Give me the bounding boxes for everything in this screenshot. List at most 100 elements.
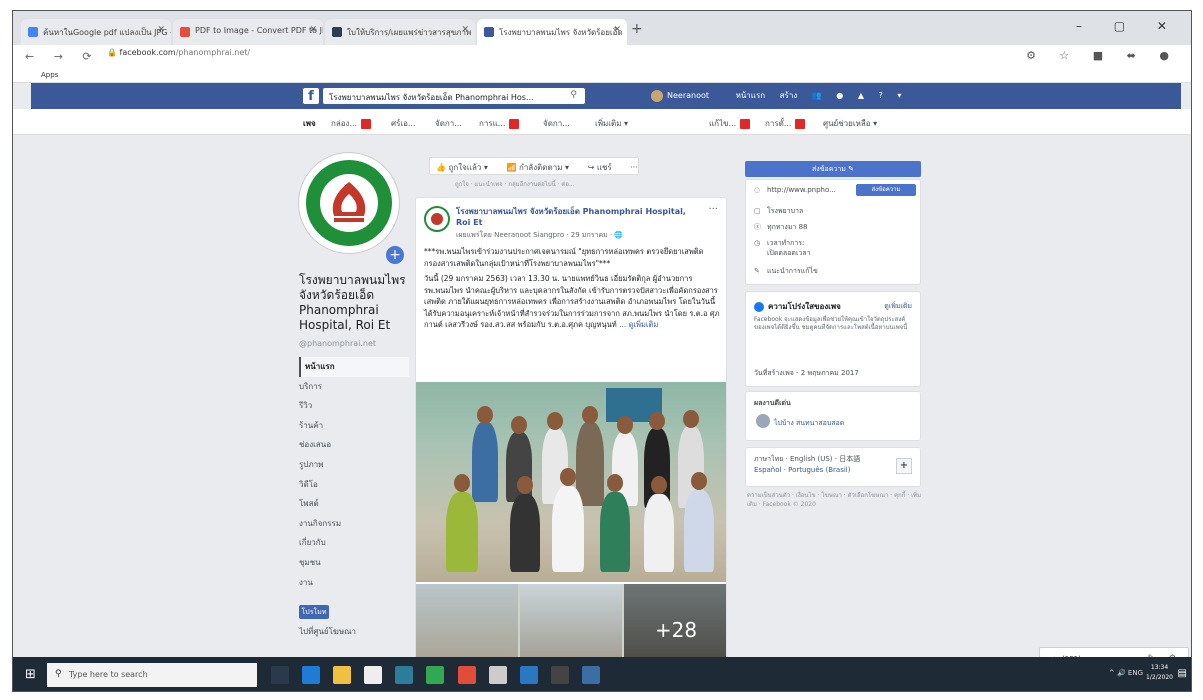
menu-item-home[interactable]: หน้าแรก [299, 357, 409, 377]
menu-item-jobs[interactable]: งาน [299, 573, 409, 593]
add-language-button[interactable]: + [896, 458, 912, 474]
windows-start-icon[interactable]: ⊞ [25, 667, 36, 682]
menu-item-shop[interactable]: ร้านค้า [299, 416, 409, 436]
menu-item-about[interactable]: เกี่ยวกับ [299, 533, 409, 553]
help-icon[interactable]: ? [879, 91, 883, 100]
facebook-search-input[interactable]: โรงพยาบาลพนมไพร จังหวัดร้อยเอ็ด Phanomph… [323, 88, 585, 104]
post-photo-main[interactable] [416, 382, 726, 582]
line-icon[interactable] [426, 666, 445, 684]
website-row[interactable]: ◌ http://www.pnpho... [754, 186, 836, 194]
see-more-link[interactable]: ... ดูเพิ่มเติม [619, 320, 658, 329]
menu-item-services[interactable]: บริการ [299, 377, 409, 397]
search-icon[interactable]: ⚲ [570, 90, 577, 100]
liked-button[interactable]: 👍 ถูกใจแล้ว ▾ [436, 163, 496, 172]
nav-label: การแ... [479, 119, 506, 128]
ad-center-link[interactable]: ไปที่ศูนย์โฆษณา [299, 625, 356, 638]
extension-icons[interactable]: ⚙ ☆ ■ ⬌ ● [1026, 49, 1179, 62]
close-icon[interactable]: ✕ [309, 25, 317, 35]
page-nav-notifications[interactable]: ศร์เอ... [391, 117, 416, 130]
share-button[interactable]: ↪ แชร์ [588, 163, 620, 172]
category-row[interactable]: ▢ โรงพยาบาล [754, 206, 803, 217]
send-message-small-button[interactable]: ส่งข้อความ [856, 184, 916, 196]
page-name: โรงพยาบาลพนมไพร จังหวัดร้อยเอ็ด Phanomph… [299, 273, 406, 332]
browser-tab[interactable]: PDF to Image - Convert PDF to JPG ✕ [173, 19, 323, 45]
navigation-buttons[interactable]: ← → ⟳ [25, 50, 100, 63]
page-nav-settings[interactable]: การตั้... [765, 117, 806, 130]
apps-bookmark[interactable]: Apps [41, 71, 58, 79]
post-options-icon[interactable]: ··· [708, 204, 718, 215]
menu-item-offers[interactable]: ช่องเสนอ [299, 435, 409, 455]
promote-button[interactable]: โปรโมท [299, 605, 329, 619]
page-nav-more[interactable]: เพิ่มเติม ▾ [595, 117, 628, 130]
window-controls[interactable]: – ▢ ✕ [1076, 19, 1181, 33]
store-icon[interactable] [364, 666, 383, 684]
notifications-icon[interactable]: ▲ [858, 91, 864, 100]
page-nav-manage[interactable]: จัดกา... [435, 117, 462, 130]
chevron-down-icon[interactable]: ▾ [897, 91, 901, 100]
photos-icon[interactable] [581, 666, 600, 684]
menu-item-events[interactable]: งานกิจกรรม [299, 514, 409, 534]
admin-box: ผลงานดีเด่น ไปบ้าง สนทนาสอบสอด [745, 391, 921, 441]
browser-tab-active[interactable]: โรงพยาบาลพนมไพร จังหวัดร้อยเอ็ด ✕ [477, 19, 627, 45]
more-button[interactable]: ··· [630, 163, 638, 172]
page-nav-help[interactable]: ศูนย์ช่วยเหลือ ▾ [823, 117, 877, 130]
page-nav-insights[interactable]: การแ... [479, 117, 520, 130]
language-list-2[interactable]: Español · Português (Brasil) [754, 466, 850, 474]
page-nav-edit[interactable]: แก้ไข... [709, 117, 751, 130]
photo-face [511, 416, 527, 434]
mail-icon[interactable] [395, 666, 414, 684]
post-avatar[interactable] [424, 206, 450, 232]
menu-item-community[interactable]: ชุมชน [299, 553, 409, 573]
user-name: Neeranoot [667, 91, 710, 100]
send-message-button[interactable]: ส่งข้อความ ✎ [745, 161, 921, 177]
taskbar-clock[interactable]: 13:34 1/2/2020 [1146, 663, 1173, 683]
clock-icon: ◷ [754, 239, 761, 247]
acrobat-icon[interactable] [550, 666, 569, 684]
suggest-edit-row[interactable]: ✎ แนะนำการแก้ไข [754, 266, 818, 277]
admin-name[interactable]: ไปบ้าง สนทนาสอบสอด [774, 418, 844, 429]
following-button[interactable]: 📶 กำลังติดตาม ▾ [506, 163, 577, 172]
add-photo-icon[interactable]: + [386, 246, 404, 264]
profile-link[interactable]: Neeranoot [651, 89, 721, 102]
new-tab-button[interactable]: + [631, 21, 643, 37]
hours-label: เวลาทำการ: [767, 239, 805, 247]
menu-item-reviews[interactable]: รีวิว [299, 396, 409, 416]
messenger-icon[interactable]: ● [836, 91, 843, 100]
menu-item-posts[interactable]: โพสต์ [299, 494, 409, 514]
notification-icon[interactable]: ▤ [1178, 668, 1187, 679]
browser-tab[interactable]: ค้นหาในGoogle pdf แปลงเป็น JPG - ค้นหาด้… [21, 19, 171, 45]
page-nav-tools[interactable]: จัดกา... [543, 117, 570, 130]
taskbar-search-input[interactable]: ⚲ Type here to search [47, 663, 257, 687]
word-icon[interactable] [519, 666, 538, 684]
folder-icon[interactable] [333, 666, 352, 684]
create-link[interactable]: สร้าง [780, 91, 798, 100]
post-author[interactable]: โรงพยาบาลพนมไพร จังหวัดร้อยเอ็ด Phanomph… [456, 206, 696, 228]
bookmarks-bar: Apps [13, 69, 1191, 83]
address-bar-row: ← → ⟳ 🔒 facebook.com/phanomphrai.net/ ⚙ … [13, 45, 1191, 69]
page-nav-inbox[interactable]: กล่อง... [331, 117, 372, 130]
facebook-logo[interactable]: f [303, 88, 319, 104]
admin-title: ผลงานดีเด่น [754, 399, 791, 407]
menu-item-videos[interactable]: วิดีโอ [299, 475, 409, 495]
transparency-see-more[interactable]: ดูเพิ่มเติม [884, 301, 912, 312]
language-list[interactable]: ภาษาไทย · English (US) · 日本語 [754, 454, 860, 465]
page-nav-page[interactable]: เพจ [303, 117, 316, 130]
photo-figure [510, 494, 540, 572]
friends-icon[interactable]: 👥 [812, 91, 822, 100]
close-icon[interactable]: ✕ [613, 25, 621, 35]
chrome-icon[interactable] [457, 666, 476, 684]
nav-label: การตั้... [765, 119, 792, 128]
calculator-icon[interactable] [488, 666, 507, 684]
tab-label: PDF to Image - Convert PDF to JPG [195, 26, 323, 35]
url-field[interactable]: 🔒 facebook.com/phanomphrai.net/ [107, 48, 250, 57]
menu-item-photos[interactable]: รูปภาพ [299, 455, 409, 475]
system-tray[interactable]: ^ 🔊 ENG [1109, 669, 1143, 677]
close-icon[interactable]: ✕ [157, 25, 165, 35]
task-view-icon[interactable] [271, 666, 289, 684]
page-handle[interactable]: @phanomphrai.net [299, 339, 376, 348]
edge-icon[interactable] [302, 666, 321, 684]
home-link[interactable]: หน้าแรก [736, 91, 766, 100]
profile-picture[interactable]: + [299, 153, 404, 264]
browser-tab[interactable]: ใบให้บริการ/เผยแพร่ข่าวสารสุขภาพ ✕ [325, 19, 475, 45]
close-icon[interactable]: ✕ [461, 25, 469, 35]
